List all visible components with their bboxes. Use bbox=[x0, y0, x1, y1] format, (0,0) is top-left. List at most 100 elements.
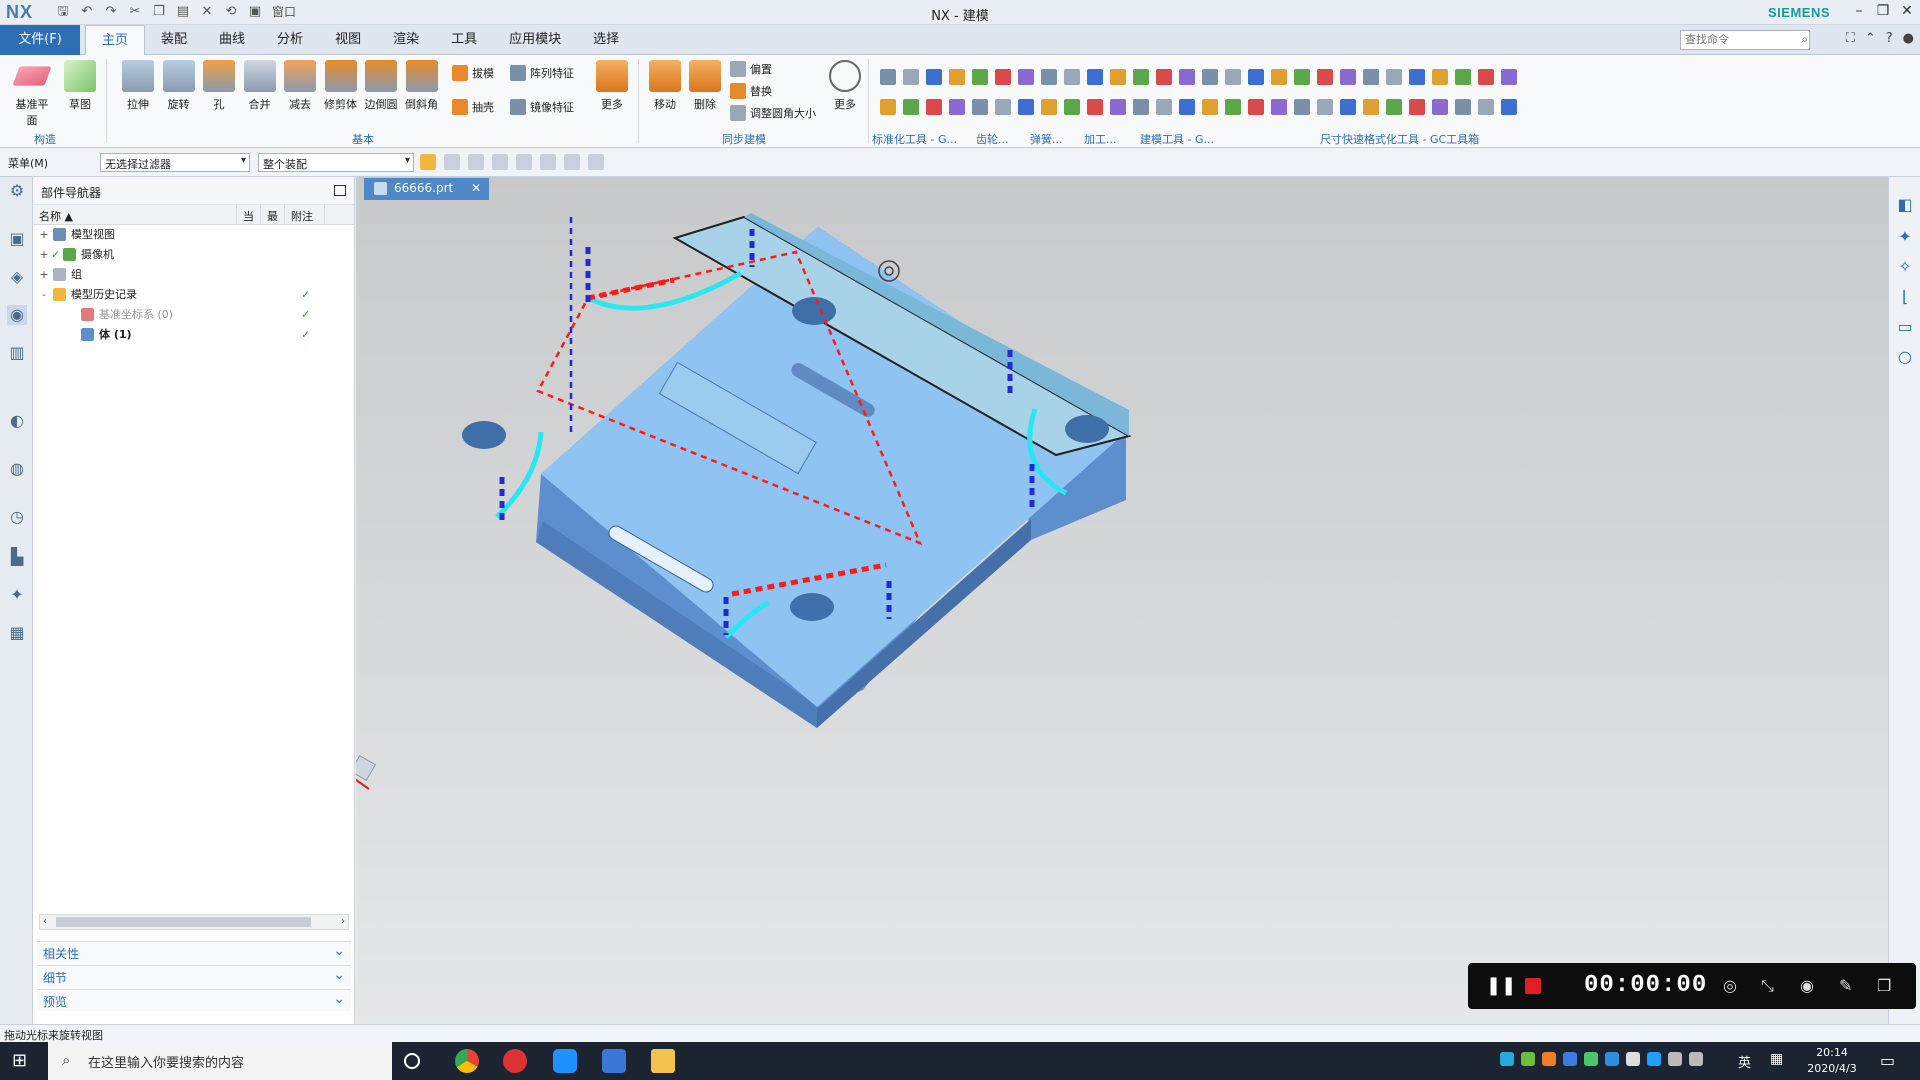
toolbox-tool-icon[interactable] bbox=[903, 69, 919, 85]
toolbox-tool-icon[interactable] bbox=[1294, 99, 1310, 115]
column-header-latest[interactable]: 最 bbox=[261, 205, 285, 224]
tray-icon[interactable] bbox=[1542, 1052, 1556, 1066]
expand-toggle-icon[interactable]: - bbox=[39, 285, 49, 305]
tab-3[interactable]: 分析 bbox=[261, 25, 319, 55]
save-icon[interactable]: 🖫 bbox=[54, 3, 72, 21]
toolbox-tool-icon[interactable] bbox=[1271, 69, 1287, 85]
select-component-icon[interactable] bbox=[564, 154, 580, 170]
toolbox-tool-icon[interactable] bbox=[926, 69, 942, 85]
paste-icon[interactable]: ▤ bbox=[174, 3, 192, 21]
toolbox-tool-icon[interactable] bbox=[1110, 69, 1126, 85]
toolbox-tool-icon[interactable] bbox=[1294, 69, 1310, 85]
toolbox-tool-icon[interactable] bbox=[949, 99, 965, 115]
trim-body-button[interactable]: 修剪体 bbox=[321, 60, 361, 112]
navigator-row[interactable]: - 模型历史记录 ✓ bbox=[33, 285, 354, 305]
menu-button[interactable]: 菜单(M) bbox=[8, 155, 48, 171]
render-style-icon[interactable]: ✦ bbox=[1895, 227, 1915, 247]
toolbox-tool-icon[interactable] bbox=[1064, 69, 1080, 85]
toolbox-tool-icon[interactable] bbox=[1501, 69, 1517, 85]
scrollbar-thumb[interactable] bbox=[56, 917, 311, 927]
toolbox-tool-icon[interactable] bbox=[1179, 99, 1195, 115]
navigator-row[interactable]: + ✓ 摄像机 bbox=[33, 245, 354, 265]
pen-icon[interactable]: ✎ bbox=[1839, 976, 1852, 995]
toolbox-tool-icon[interactable] bbox=[1386, 69, 1402, 85]
toolbox-tool-icon[interactable] bbox=[1317, 69, 1333, 85]
process-studio-icon[interactable]: ✦ bbox=[7, 585, 27, 605]
expand-toggle-icon[interactable]: + bbox=[39, 245, 49, 265]
toolbox-tool-icon[interactable] bbox=[1156, 99, 1172, 115]
toolbox-tool-icon[interactable] bbox=[1248, 69, 1264, 85]
part-navigator-icon[interactable]: ◉ bbox=[7, 305, 27, 325]
snap-icon[interactable] bbox=[420, 154, 436, 170]
unite-button[interactable]: 合并 bbox=[240, 60, 280, 112]
taskbar-search[interactable]: ⌕ 在这里输入你要搜索的内容 bbox=[48, 1042, 392, 1080]
toolbox-tool-icon[interactable] bbox=[1455, 69, 1471, 85]
command-search-input[interactable] bbox=[1680, 30, 1810, 50]
visibility-check-icon[interactable]: ✓ bbox=[51, 245, 60, 265]
toolbox-tool-icon[interactable] bbox=[1432, 99, 1448, 115]
tray-icon[interactable] bbox=[1563, 1052, 1577, 1066]
repeat-command-icon[interactable]: ⟲ bbox=[222, 3, 240, 21]
document-tab[interactable]: 66666.prt ✕ bbox=[364, 178, 490, 200]
mirror-feature-button[interactable]: 镜像特征 bbox=[510, 99, 574, 115]
network-icon[interactable] bbox=[1668, 1052, 1682, 1066]
nx-app-icon[interactable] bbox=[602, 1049, 626, 1073]
hole-button[interactable]: 孔 bbox=[199, 60, 239, 112]
datum-plane-button[interactable]: 基准平面 bbox=[12, 60, 52, 128]
toolbox-tool-icon[interactable] bbox=[1478, 69, 1494, 85]
file-explorer-icon[interactable] bbox=[651, 1049, 675, 1073]
minimize-icon[interactable]: – bbox=[1850, 2, 1868, 20]
toolbox-tool-icon[interactable] bbox=[1225, 69, 1241, 85]
toolbox-tool-icon[interactable] bbox=[1041, 99, 1057, 115]
help-icon[interactable]: ? bbox=[1886, 31, 1893, 46]
assembly-navigator-icon[interactable]: ▣ bbox=[7, 229, 27, 249]
window-icon[interactable]: ❐ bbox=[1877, 976, 1891, 995]
background-icon[interactable]: ✧ bbox=[1895, 257, 1915, 277]
teamviewer-icon[interactable] bbox=[553, 1049, 577, 1073]
taskbar-clock[interactable]: 20:14 2020/4/3 bbox=[1800, 1045, 1864, 1077]
history-icon[interactable]: ◐ bbox=[7, 411, 27, 431]
toolbox-tool-icon[interactable] bbox=[1409, 99, 1425, 115]
palette-icon[interactable]: ▙ bbox=[7, 547, 27, 567]
delete-face-button[interactable]: 删除 bbox=[685, 60, 725, 112]
toolbox-tool-icon[interactable] bbox=[1455, 99, 1471, 115]
toolbox-tool-icon[interactable] bbox=[1386, 99, 1402, 115]
pause-icon[interactable]: ❚❚ bbox=[1486, 975, 1516, 996]
navigator-row[interactable]: + 模型视图 bbox=[33, 225, 354, 245]
history-clock-icon[interactable]: ◷ bbox=[7, 507, 27, 527]
tray-icon[interactable] bbox=[1626, 1052, 1640, 1066]
close-tab-icon[interactable]: ✕ bbox=[471, 181, 481, 195]
toolbox-tool-icon[interactable] bbox=[1478, 99, 1494, 115]
column-header-notes[interactable]: 附注 bbox=[285, 205, 325, 224]
tray-icon[interactable] bbox=[1605, 1052, 1619, 1066]
details-panel[interactable]: 细节 ⌄ bbox=[37, 965, 351, 987]
tab-8[interactable]: 选择 bbox=[577, 25, 635, 55]
tray-icon[interactable] bbox=[1500, 1052, 1514, 1066]
circle-icon[interactable]: ○ bbox=[1895, 347, 1915, 367]
shrink-icon[interactable]: ⤡ bbox=[1761, 976, 1774, 996]
toolbox-tool-icon[interactable] bbox=[1018, 69, 1034, 85]
redo-icon[interactable]: ↷ bbox=[102, 3, 120, 21]
collapse-ribbon-icon[interactable]: ⌃ bbox=[1865, 31, 1876, 46]
delete-icon[interactable]: ✕ bbox=[198, 3, 216, 21]
shell-button[interactable]: 抽壳 bbox=[452, 99, 494, 115]
keyboard-icon[interactable]: ▦ bbox=[1770, 1051, 1783, 1067]
toolbox-tool-icon[interactable] bbox=[880, 69, 896, 85]
volume-icon[interactable] bbox=[1689, 1052, 1703, 1066]
chrome-icon[interactable] bbox=[455, 1049, 479, 1073]
scroll-right-icon[interactable]: › bbox=[341, 915, 345, 929]
tray-icon[interactable] bbox=[1647, 1052, 1661, 1066]
constraint-navigator-icon[interactable]: ◈ bbox=[7, 267, 27, 287]
graphics-viewport[interactable] bbox=[356, 177, 1888, 1024]
select-all-icon[interactable] bbox=[588, 154, 604, 170]
undo-icon[interactable]: ↶ bbox=[78, 3, 96, 21]
column-header-name[interactable]: 名称 ▲ bbox=[33, 205, 237, 224]
basic-more-button[interactable]: 更多 bbox=[592, 60, 632, 112]
navigator-row[interactable]: 体 (1) ✓ bbox=[33, 325, 354, 345]
toolbox-tool-icon[interactable] bbox=[949, 69, 965, 85]
fit-view-icon[interactable]: ⌊ bbox=[1895, 287, 1915, 307]
toolbox-tool-icon[interactable] bbox=[1340, 69, 1356, 85]
toolbox-tool-icon[interactable] bbox=[972, 69, 988, 85]
stop-icon[interactable] bbox=[1525, 978, 1541, 994]
tab-1[interactable]: 装配 bbox=[145, 25, 203, 55]
